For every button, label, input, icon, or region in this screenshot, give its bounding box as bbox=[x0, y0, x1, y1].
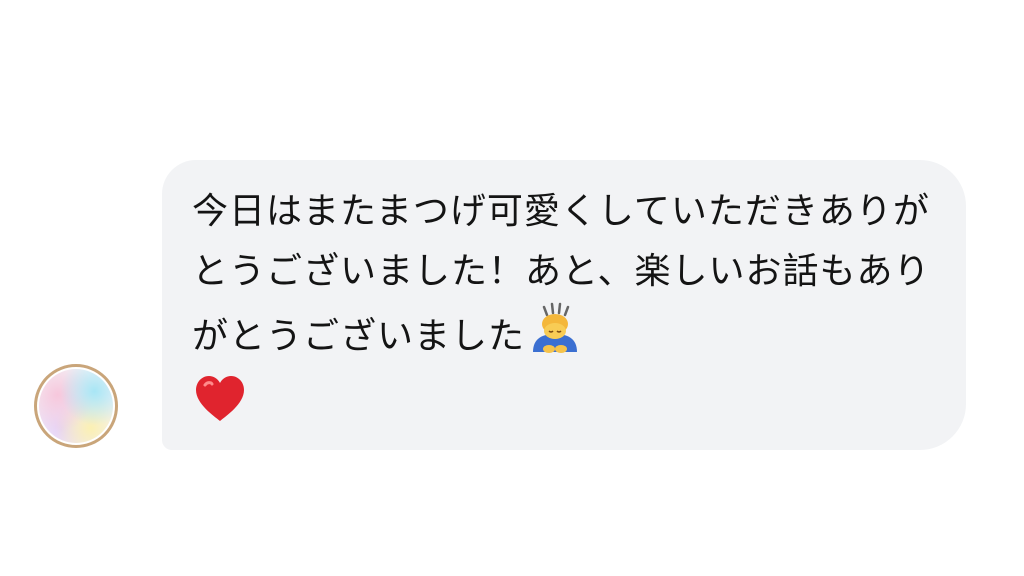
sender-avatar[interactable] bbox=[34, 364, 118, 448]
message-bubble[interactable]: 今日はまたまつげ可愛くしていただきありがとうございました！あと、楽しいお話もあり… bbox=[162, 160, 966, 450]
red-heart-icon bbox=[192, 373, 248, 444]
person-bowing-icon bbox=[529, 302, 581, 373]
chat-area: 今日はまたまつげ可愛くしていただきありがとうございました！あと、楽しいお話もあり… bbox=[0, 0, 1024, 576]
avatar-image bbox=[39, 369, 113, 443]
message-text-block: 今日はまたまつげ可愛くしていただきありがとうございました！あと、楽しいお話もあり… bbox=[192, 182, 936, 433]
heart-line bbox=[192, 373, 936, 433]
